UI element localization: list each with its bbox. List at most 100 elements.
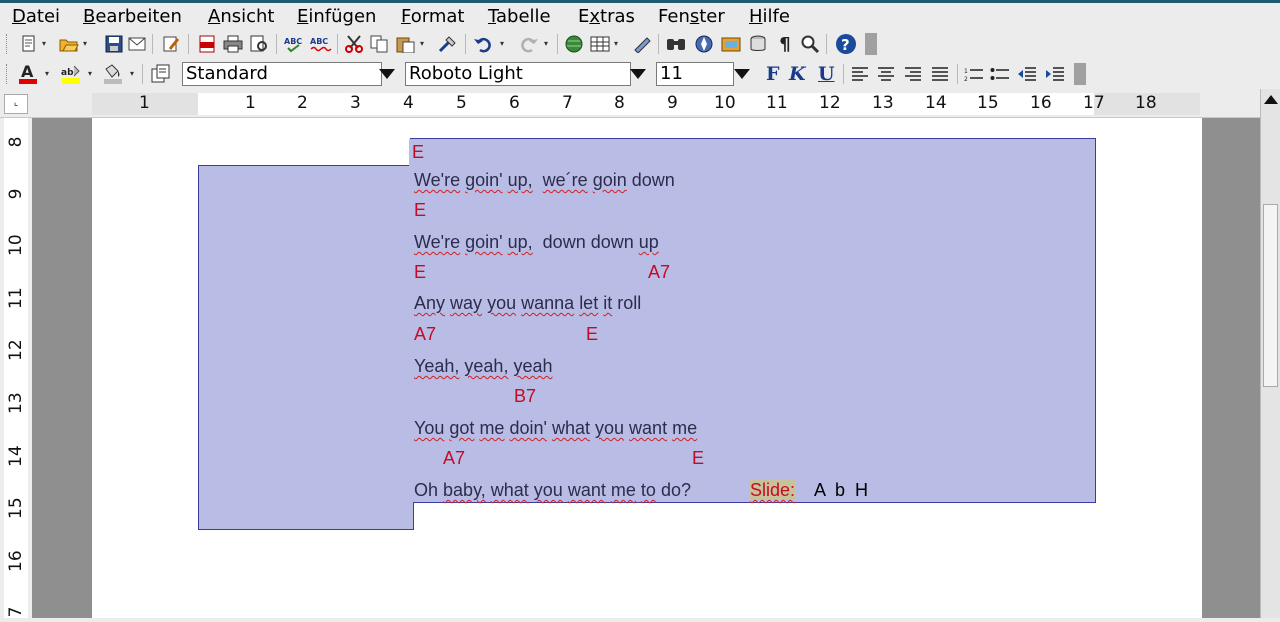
cut-icon[interactable] <box>343 33 365 55</box>
redo-dropdown-icon[interactable]: ▾ <box>544 39 549 48</box>
copy-icon[interactable] <box>369 33 391 55</box>
export-pdf-icon[interactable] <box>196 33 218 55</box>
hyperlink-icon[interactable] <box>563 33 585 55</box>
menu-format[interactable]: Format <box>401 6 464 27</box>
highlighting-dropdown-icon[interactable]: ▾ <box>88 69 93 78</box>
paragraph-style-select[interactable]: Standard <box>182 62 382 86</box>
auto-spellcheck-icon[interactable]: ABC <box>310 33 332 55</box>
ruler-mark: 3 <box>350 93 361 113</box>
selection-fill <box>199 166 413 529</box>
tab-type-selector[interactable]: ⌞ <box>4 94 28 114</box>
font-size-dropdown-icon[interactable] <box>731 62 753 86</box>
email-icon[interactable] <box>127 33 149 55</box>
paragraph-style-dropdown-icon[interactable] <box>376 62 398 86</box>
italic-button[interactable]: K <box>789 63 806 85</box>
justify-icon[interactable] <box>929 63 951 85</box>
clone-formatting-icon[interactable] <box>437 33 459 55</box>
undo-icon[interactable] <box>472 33 494 55</box>
svg-text:2: 2 <box>964 76 968 82</box>
ruler-mark: 16 <box>1030 93 1052 113</box>
paste-dropdown-icon[interactable]: ▾ <box>420 39 425 48</box>
background-color-dropdown-icon[interactable]: ▾ <box>130 69 135 78</box>
menu-extras[interactable]: Extras <box>578 6 635 27</box>
help-icon[interactable]: ? <box>835 33 857 55</box>
ruler-mark: 1 <box>139 93 150 113</box>
toolbar-separator <box>658 34 659 54</box>
toolbar-grip[interactable] <box>6 34 10 54</box>
paste-icon[interactable] <box>395 33 417 55</box>
scrollbar-thumb[interactable] <box>1263 204 1278 387</box>
undo-dropdown-icon[interactable]: ▾ <box>500 39 505 48</box>
chord-line: A7 <box>443 448 466 468</box>
menu-einfuegen[interactable]: Einfügen <box>297 6 376 27</box>
navigator-icon[interactable] <box>693 33 715 55</box>
underline-button[interactable]: U <box>818 63 835 85</box>
edit-mode-icon[interactable] <box>160 33 182 55</box>
redo-icon[interactable] <box>518 33 540 55</box>
menu-tabelle[interactable]: Tabelle <box>488 6 551 27</box>
bold-button[interactable]: F <box>766 63 780 85</box>
toolbar-grip[interactable] <box>6 64 10 84</box>
open-folder-icon[interactable] <box>58 33 80 55</box>
open-dropdown-icon[interactable]: ▾ <box>83 39 88 48</box>
bullets-icon[interactable] <box>989 63 1011 85</box>
menu-ansicht[interactable]: Ansicht <box>208 6 274 27</box>
table-icon[interactable] <box>589 33 611 55</box>
ruler-mark: 16 <box>6 550 26 572</box>
new-document-icon[interactable] <box>18 33 40 55</box>
toolbar-separator <box>276 34 277 54</box>
toolbar-separator <box>557 34 558 54</box>
show-draw-functions-icon[interactable] <box>631 33 653 55</box>
table-dropdown-icon[interactable]: ▾ <box>614 39 619 48</box>
numbering-icon[interactable]: 12 <box>963 63 985 85</box>
chord-line: A7 <box>414 324 437 344</box>
formatting-marks-icon[interactable]: ¶ <box>774 33 796 55</box>
spellcheck-icon[interactable]: ABC <box>284 33 306 55</box>
zoom-icon[interactable] <box>799 33 821 55</box>
decrease-indent-icon[interactable] <box>1016 63 1038 85</box>
horizontal-ruler[interactable]: ⌞ 1 1 2 3 4 5 6 7 8 9 10 11 12 13 14 15 … <box>0 89 1260 118</box>
toolbar-overflow-handle[interactable] <box>865 33 877 55</box>
svg-text:A: A <box>21 63 34 81</box>
ruler-mark: 13 <box>872 93 894 113</box>
menu-hilfe[interactable]: Hilfe <box>749 6 790 27</box>
vertical-scrollbar[interactable] <box>1260 89 1280 618</box>
print-icon[interactable] <box>222 33 244 55</box>
font-size-select[interactable]: 11 <box>656 62 734 86</box>
font-color-icon[interactable]: A <box>17 63 39 85</box>
slide-field[interactable]: Slide: <box>750 480 796 501</box>
ruler-mark: 1 <box>245 93 256 113</box>
save-icon[interactable] <box>103 33 125 55</box>
highlighting-icon[interactable]: ab <box>60 63 82 85</box>
ruler-mark: 8 <box>6 136 26 148</box>
scroll-up-icon[interactable] <box>1264 95 1278 104</box>
toolbar-overflow-handle[interactable] <box>1074 63 1086 85</box>
svg-text:ABC: ABC <box>284 37 302 46</box>
chord-line: E <box>586 324 599 344</box>
vertical-ruler[interactable]: 8 9 10 11 12 13 14 15 16 7 <box>0 118 32 618</box>
font-name-dropdown-icon[interactable] <box>627 62 649 86</box>
ruler-mark: 12 <box>819 93 841 113</box>
toolbar-separator <box>843 64 844 84</box>
chord-line: E <box>414 200 427 220</box>
align-left-icon[interactable] <box>849 63 871 85</box>
chord-line: A7 <box>648 262 671 282</box>
styles-formatting-icon[interactable] <box>150 63 172 85</box>
find-replace-icon[interactable] <box>665 33 687 55</box>
menu-fenster[interactable]: Fenster <box>658 6 725 27</box>
menu-datei[interactable]: Datei <box>12 6 60 27</box>
align-right-icon[interactable] <box>902 63 924 85</box>
background-color-icon[interactable] <box>102 63 124 85</box>
increase-indent-icon[interactable] <box>1044 63 1066 85</box>
new-dropdown-icon[interactable]: ▾ <box>42 39 47 48</box>
ruler-mark: 2 <box>297 93 308 113</box>
font-color-dropdown-icon[interactable]: ▾ <box>45 69 50 78</box>
data-sources-icon[interactable] <box>747 33 769 55</box>
selection-fill <box>409 139 1095 502</box>
chord-line: E <box>414 262 427 282</box>
gallery-icon[interactable] <box>720 33 742 55</box>
align-center-icon[interactable] <box>875 63 897 85</box>
print-preview-icon[interactable] <box>248 33 270 55</box>
menu-bearbeiten[interactable]: Bearbeiten <box>83 6 182 27</box>
font-name-select[interactable]: Roboto Light <box>405 62 631 86</box>
